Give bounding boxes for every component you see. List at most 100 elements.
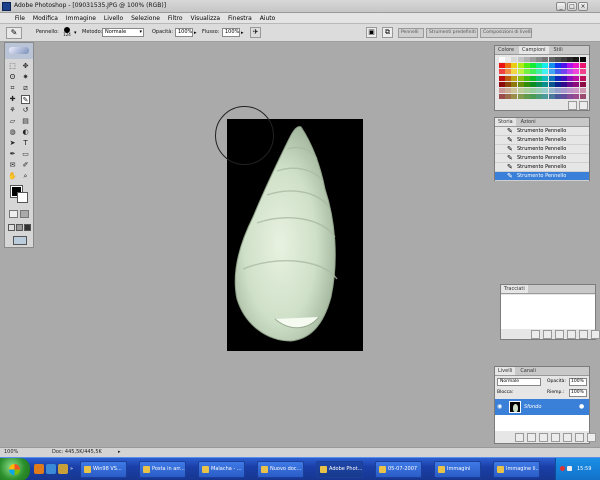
tab-canali[interactable]: Canali bbox=[517, 367, 539, 375]
hand-icon[interactable]: ✋ bbox=[8, 172, 17, 181]
color-swatch[interactable] bbox=[548, 63, 555, 69]
color-swatch[interactable] bbox=[523, 69, 530, 75]
color-swatch[interactable] bbox=[530, 57, 536, 62]
zoom-icon[interactable]: ⌕ bbox=[21, 172, 30, 181]
standard-mode-icon[interactable] bbox=[9, 210, 18, 218]
new-path-icon[interactable] bbox=[578, 330, 588, 339]
blend-mode-select[interactable]: Normale bbox=[497, 378, 541, 386]
new-group-icon[interactable] bbox=[562, 433, 572, 442]
color-swatch[interactable] bbox=[567, 57, 574, 62]
file-browser-icon[interactable]: ▣ bbox=[366, 27, 377, 38]
color-swatch[interactable] bbox=[567, 88, 574, 93]
color-swatch[interactable] bbox=[548, 57, 555, 62]
color-swatch[interactable] bbox=[561, 94, 567, 100]
taskbar-task-button[interactable]: Immagini bbox=[434, 461, 481, 478]
color-swatch[interactable] bbox=[554, 75, 561, 81]
color-swatch[interactable] bbox=[505, 69, 512, 75]
color-swatch[interactable] bbox=[579, 88, 586, 93]
brush-icon[interactable]: ✎ bbox=[21, 95, 30, 104]
color-swatch[interactable] bbox=[561, 69, 567, 75]
start-button[interactable] bbox=[0, 458, 30, 480]
color-swatch[interactable] bbox=[536, 81, 543, 87]
trash-icon[interactable] bbox=[590, 330, 600, 339]
color-swatch[interactable] bbox=[573, 94, 580, 100]
fill-input[interactable]: 100% bbox=[569, 389, 587, 397]
menu-file[interactable]: File bbox=[12, 13, 28, 24]
well-tab-tool-presets[interactable]: Strumenti predefiniti bbox=[426, 28, 478, 38]
dodge-icon[interactable]: ◐ bbox=[21, 128, 30, 137]
tab-campioni[interactable]: Campioni bbox=[518, 46, 549, 54]
link-layers-icon[interactable] bbox=[515, 433, 524, 442]
color-swatch[interactable] bbox=[530, 81, 536, 87]
color-swatch[interactable] bbox=[561, 88, 567, 93]
color-swatch[interactable] bbox=[579, 81, 586, 87]
color-swatch[interactable] bbox=[548, 94, 555, 100]
tab-tracciati[interactable]: Tracciati bbox=[501, 285, 528, 293]
notes-icon[interactable]: ✉ bbox=[8, 161, 17, 170]
color-swatch[interactable] bbox=[511, 57, 518, 62]
color-swatch[interactable] bbox=[499, 94, 505, 100]
taskbar-task-button[interactable]: Immagine li... bbox=[493, 461, 540, 478]
color-swatch[interactable] bbox=[573, 81, 580, 87]
color-swatch[interactable] bbox=[554, 57, 561, 62]
eyedropper-icon[interactable]: ✐ bbox=[21, 161, 30, 170]
zoom-level[interactable]: 100% bbox=[4, 449, 18, 455]
color-swatch[interactable] bbox=[536, 57, 543, 62]
gradient-icon[interactable]: ▤ bbox=[21, 117, 30, 126]
color-swatch[interactable] bbox=[542, 63, 549, 69]
color-swatch[interactable] bbox=[511, 63, 518, 69]
color-swatch[interactable] bbox=[523, 81, 530, 87]
color-swatch[interactable] bbox=[554, 63, 561, 69]
opacity-input[interactable]: 100% bbox=[175, 28, 193, 37]
color-swatch[interactable] bbox=[548, 81, 555, 87]
history-item[interactable]: ✎ Strumento Pennello bbox=[495, 163, 589, 172]
palette-well-icon[interactable]: ⧉ bbox=[382, 27, 393, 38]
menu-aiuto[interactable]: Aiuto bbox=[257, 13, 279, 24]
jump-to-imageready-icon[interactable] bbox=[13, 236, 27, 245]
color-swatch[interactable] bbox=[542, 81, 549, 87]
layer-opacity-input[interactable]: 100% bbox=[569, 378, 587, 386]
color-swatch[interactable] bbox=[536, 88, 543, 93]
status-arrow-icon[interactable]: ▸ bbox=[118, 449, 121, 455]
type-icon[interactable]: T bbox=[21, 139, 30, 148]
screen-mode-menu-icon[interactable] bbox=[16, 224, 23, 231]
adjustment-layer-icon[interactable] bbox=[550, 433, 560, 442]
taskbar-task-button[interactable]: Nuovo doc... bbox=[257, 461, 304, 478]
color-swatch[interactable] bbox=[536, 75, 543, 81]
color-swatch[interactable] bbox=[523, 63, 530, 69]
color-swatch[interactable] bbox=[579, 94, 586, 100]
eraser-icon[interactable]: ▱ bbox=[8, 117, 17, 126]
color-swatch[interactable] bbox=[542, 69, 549, 75]
taskbar-task-button[interactable]: Malacha - ... bbox=[198, 461, 245, 478]
quicklaunch-media-icon[interactable] bbox=[58, 464, 68, 474]
color-swatch[interactable] bbox=[548, 69, 555, 75]
history-brush-icon[interactable]: ↺ bbox=[21, 106, 30, 115]
shape-icon[interactable]: ▭ bbox=[21, 150, 30, 159]
color-swatch[interactable] bbox=[523, 57, 530, 62]
history-item[interactable]: ✎ Strumento Pennello bbox=[495, 145, 589, 154]
tab-storia[interactable]: Storia bbox=[495, 118, 516, 126]
color-swatch[interactable] bbox=[548, 75, 555, 81]
color-swatch[interactable] bbox=[579, 57, 586, 62]
color-swatch[interactable] bbox=[499, 75, 505, 81]
color-swatch[interactable] bbox=[536, 69, 543, 75]
quicklaunch-desktop-icon[interactable] bbox=[46, 464, 56, 474]
swatch-grid[interactable] bbox=[499, 57, 586, 101]
eye-icon[interactable]: ◉ bbox=[497, 403, 502, 410]
color-swatch[interactable] bbox=[523, 75, 530, 81]
menu-selezione[interactable]: Selezione bbox=[128, 13, 163, 24]
color-swatch[interactable] bbox=[530, 69, 536, 75]
color-swatch[interactable] bbox=[511, 88, 518, 93]
color-swatch[interactable] bbox=[499, 57, 505, 62]
slice-icon[interactable]: ⧄ bbox=[21, 84, 30, 93]
blur-icon[interactable]: ◍ bbox=[8, 128, 17, 137]
color-swatch[interactable] bbox=[554, 81, 561, 87]
airbrush-icon[interactable]: ✈ bbox=[250, 27, 261, 38]
layer-mask-icon[interactable] bbox=[538, 433, 548, 442]
color-swatch[interactable] bbox=[499, 81, 505, 87]
path-to-selection-icon[interactable] bbox=[554, 330, 564, 339]
color-swatch[interactable] bbox=[561, 75, 567, 81]
color-swatch[interactable] bbox=[505, 94, 512, 100]
screen-mode-standard-icon[interactable] bbox=[8, 224, 15, 231]
menu-visualizza[interactable]: Visualizza bbox=[188, 13, 224, 24]
